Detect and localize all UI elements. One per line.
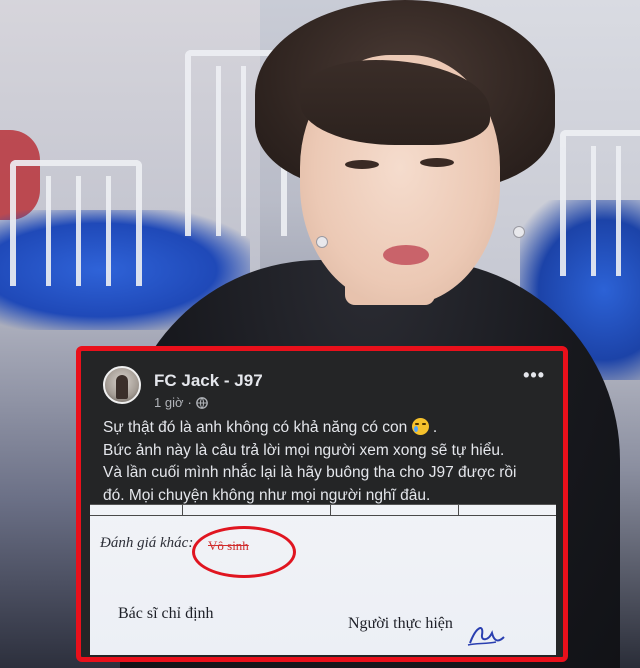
post-line: Và lần cuối mình nhắc lại là hãy buông t… [103,464,517,481]
attached-document-image[interactable]: Đánh giá khác: Vô sinh Bác sĩ chỉ định N… [90,504,556,655]
post-line: Bức ảnh này là câu trả lời mọi người xem… [103,441,505,459]
post-line: Sự thật đó là anh không có khả năng có c… [103,418,438,436]
more-options-icon[interactable]: ••• [523,365,545,386]
globe-icon [195,396,208,409]
other-assessment-label: Đánh giá khác: [100,535,194,551]
post-meta: 1 giờ · [154,395,208,410]
page-avatar[interactable] [103,366,141,404]
meta-separator: · [187,395,192,410]
red-circle-annotation [192,526,296,578]
performer-label: Người thực hiện [348,615,453,632]
signature-icon [467,627,505,646]
highlighted-post-card: FC Jack - J97 1 giờ · ••• Sự thật đó là … [76,346,568,662]
page-name-link[interactable]: FC Jack - J97 [154,371,263,391]
doctor-label: Bác sĩ chỉ định [118,605,214,622]
crying-face-emoji-icon [411,418,429,435]
document-table-edge [90,505,556,516]
post-header: FC Jack - J97 1 giờ · ••• [81,351,563,411]
post-time[interactable]: 1 giờ [154,395,184,410]
post-body: Sự thật đó là anh không có khả năng có c… [103,417,553,507]
